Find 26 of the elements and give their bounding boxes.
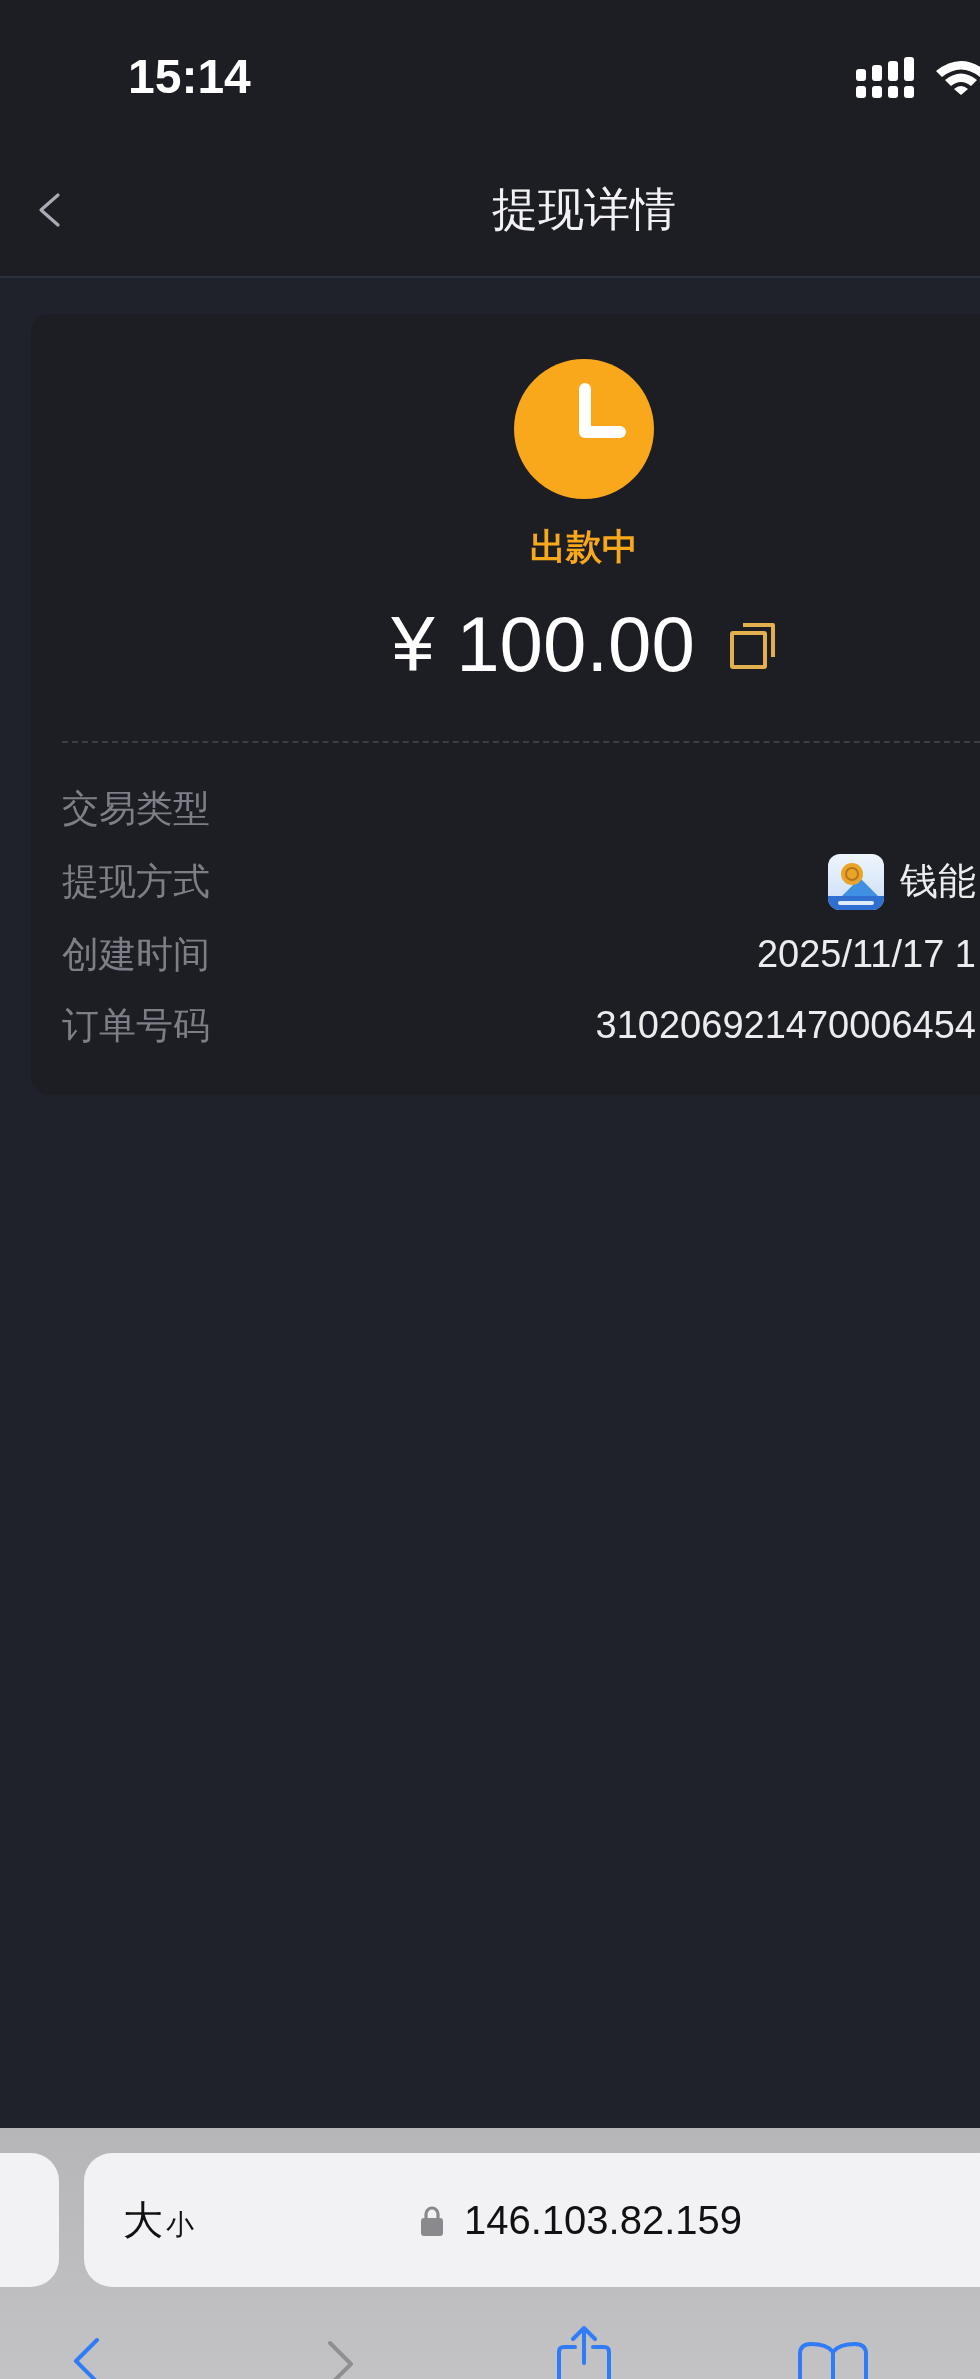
clock-icon <box>514 359 654 499</box>
detail-value: 钱能 <box>900 859 976 905</box>
status-label: 出款中 <box>530 525 638 569</box>
copy-icon[interactable] <box>728 621 777 670</box>
address-bar[interactable]: 大小 146.103.82.159 <box>84 2153 980 2287</box>
detail-label: 创建时间 <box>62 932 210 977</box>
lock-icon <box>420 2204 444 2236</box>
tab-card[interactable] <box>0 2153 59 2287</box>
share-icon[interactable] <box>556 2325 612 2379</box>
page-title: 提现详情 <box>492 182 676 238</box>
forward-icon[interactable] <box>325 2340 356 2379</box>
detail-value: 310206921470006454 <box>595 1003 976 1049</box>
detail-label: 交易类型 <box>62 786 210 831</box>
book-icon[interactable] <box>797 2340 869 2379</box>
detail-label: 订单号码 <box>62 1003 210 1048</box>
status-time: 15:14 <box>128 53 251 101</box>
back-button[interactable] <box>37 192 61 228</box>
back-icon[interactable] <box>72 2337 100 2379</box>
detail-value: 2025/11/17 1 <box>756 932 976 978</box>
app-icon <box>828 854 884 910</box>
wifi-icon <box>934 59 980 95</box>
amount-text: ¥ 100.00 <box>391 602 695 688</box>
url-text: 146.103.82.159 <box>464 2197 743 2244</box>
signal-icon <box>856 56 914 98</box>
detail-label: 提现方式 <box>62 859 210 904</box>
text-size-button[interactable]: 大小 <box>123 2198 197 2242</box>
